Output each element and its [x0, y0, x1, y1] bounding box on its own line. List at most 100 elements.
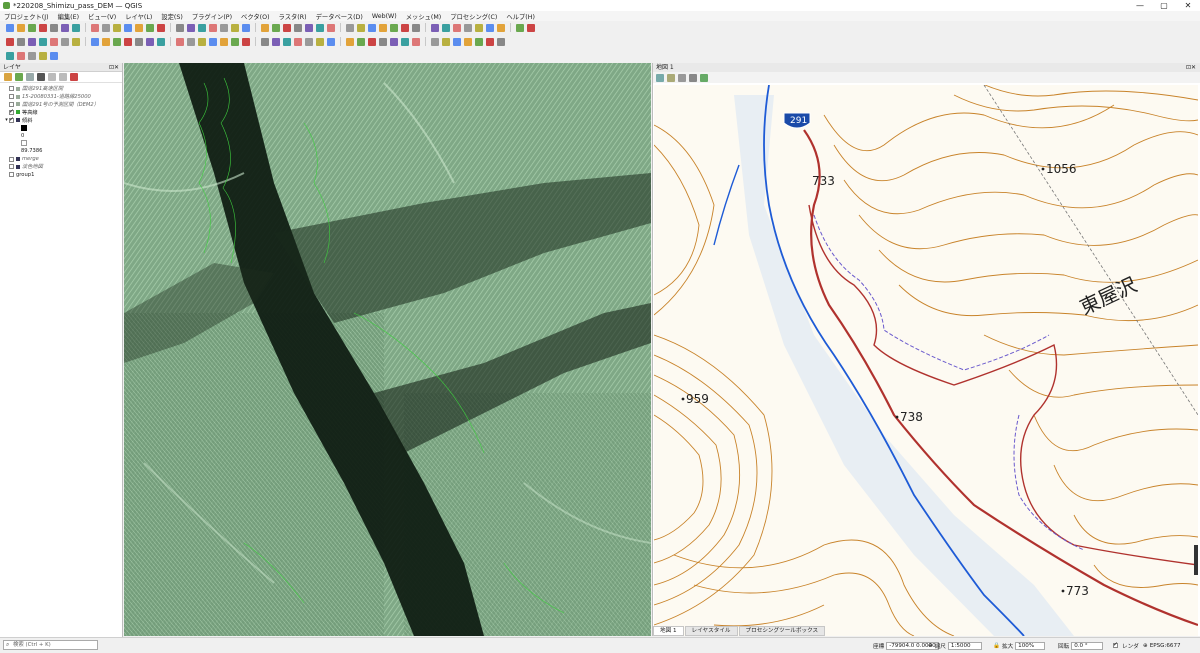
toolbar-tool-icon[interactable]: [379, 37, 387, 46]
topo-map-canvas[interactable]: 291 733 1056 959 738 773 東屋沢: [654, 85, 1198, 636]
toolbar-tool-icon[interactable]: [401, 23, 409, 32]
layer-item[interactable]: merge: [4, 155, 122, 163]
toolbar-tool-icon[interactable]: [39, 37, 47, 46]
minimize-button[interactable]: —: [1128, 0, 1152, 11]
toolbar-tool-icon[interactable]: [475, 37, 483, 46]
map-themes-icon[interactable]: [700, 73, 708, 82]
toolbar-tool-icon[interactable]: [305, 23, 313, 32]
toolbar-tool-icon[interactable]: [6, 23, 14, 32]
collapse-all-icon[interactable]: [59, 73, 67, 81]
toolbar-tool-icon[interactable]: [431, 23, 439, 32]
menu-item[interactable]: ベクタ(O): [241, 12, 270, 21]
toolbar-tool-icon[interactable]: [176, 23, 184, 32]
toolbar-tool-icon[interactable]: [102, 37, 110, 46]
add-group-icon[interactable]: [15, 73, 23, 81]
toolbar-tool-icon[interactable]: [209, 23, 217, 32]
toolbar-tool-icon[interactable]: [187, 37, 195, 46]
layer-item[interactable]: 15-20080331-道路縁25000: [4, 93, 122, 101]
toolbar-tool-icon[interactable]: [50, 23, 58, 32]
toolbar-tool-icon[interactable]: [124, 23, 132, 32]
toolbar-tool-icon[interactable]: [327, 37, 335, 46]
toolbar-tool-icon[interactable]: [453, 37, 461, 46]
filter-legend-icon[interactable]: [37, 73, 45, 81]
toolbar-tool-icon[interactable]: [102, 23, 110, 32]
toolbar-tool-icon[interactable]: [294, 37, 302, 46]
toolbar-tool-icon[interactable]: [50, 51, 58, 60]
toolbar-tool-icon[interactable]: [176, 37, 184, 46]
toolbar-tool-icon[interactable]: [346, 23, 354, 32]
toolbar-tool-icon[interactable]: [50, 37, 58, 46]
menu-item[interactable]: プロジェクト(J): [4, 12, 49, 21]
layer-item[interactable]: group1: [4, 171, 122, 179]
layer-item[interactable]: 淡色地図: [4, 163, 122, 171]
toolbar-tool-icon[interactable]: [316, 23, 324, 32]
toolbar-tool-icon[interactable]: [283, 37, 291, 46]
zoom-selection-icon[interactable]: [667, 73, 675, 82]
menu-item[interactable]: データベース(D): [316, 12, 363, 21]
toolbar-tool-icon[interactable]: [39, 23, 47, 32]
toolbar-tool-icon[interactable]: [72, 23, 80, 32]
manage-map-themes-icon[interactable]: [26, 73, 34, 81]
toolbar-tool-icon[interactable]: [412, 23, 420, 32]
toolbar-tool-icon[interactable]: [486, 37, 494, 46]
toolbar-tool-icon[interactable]: [209, 37, 217, 46]
layer-item[interactable]: 国道291高速区間: [4, 85, 122, 93]
toolbar-tool-icon[interactable]: [305, 37, 313, 46]
toolbar-tool-icon[interactable]: [390, 23, 398, 32]
toolbar-tool-icon[interactable]: [28, 23, 36, 32]
toolbar-tool-icon[interactable]: [28, 37, 36, 46]
toolbar-tool-icon[interactable]: [220, 23, 228, 32]
map-scrollbar[interactable]: [1194, 545, 1198, 575]
toolbar-tool-icon[interactable]: [368, 37, 376, 46]
remove-layer-icon[interactable]: [70, 73, 78, 81]
toolbar-tool-icon[interactable]: [261, 23, 269, 32]
toolbar-tool-icon[interactable]: [327, 23, 335, 32]
toolbar-tool-icon[interactable]: [17, 37, 25, 46]
menu-item[interactable]: 設定(S): [161, 12, 183, 21]
toolbar-tool-icon[interactable]: [187, 23, 195, 32]
map-settings-icon[interactable]: [689, 73, 697, 82]
toolbar-tool-icon[interactable]: [401, 37, 409, 46]
menu-item[interactable]: ビュー(V): [88, 12, 116, 21]
toolbar-tool-icon[interactable]: [91, 23, 99, 32]
menu-item[interactable]: Web(W): [372, 13, 397, 20]
toolbar-tool-icon[interactable]: [72, 37, 80, 46]
toolbar-tool-icon[interactable]: [357, 37, 365, 46]
menu-item[interactable]: プラグイン(P): [192, 12, 232, 21]
toolbar-tool-icon[interactable]: [464, 23, 472, 32]
tab-map1[interactable]: 地図 1: [653, 626, 684, 636]
layer-item[interactable]: ▾傾斜: [4, 116, 122, 124]
toolbar-tool-icon[interactable]: [157, 37, 165, 46]
toolbar-tool-icon[interactable]: [272, 37, 280, 46]
toolbar-tool-icon[interactable]: [135, 37, 143, 46]
scale-input[interactable]: 1:5000: [947, 641, 982, 650]
toolbar-tool-icon[interactable]: [346, 37, 354, 46]
crs-field[interactable]: ⊕ EPSG:6677: [1143, 641, 1181, 650]
toolbar-tool-icon[interactable]: [135, 23, 143, 32]
toolbar-tool-icon[interactable]: [124, 37, 132, 46]
toolbar-tool-icon[interactable]: [475, 23, 483, 32]
map-view-close-icon[interactable]: ⊡✕: [1186, 63, 1196, 72]
maximize-button[interactable]: ▢: [1152, 0, 1176, 11]
toolbar-tool-icon[interactable]: [497, 37, 505, 46]
open-layer-styling-icon[interactable]: [4, 73, 12, 81]
toolbar-tool-icon[interactable]: [146, 23, 154, 32]
toolbar-tool-icon[interactable]: [231, 23, 239, 32]
toolbar-tool-icon[interactable]: [231, 37, 239, 46]
toolbar-tool-icon[interactable]: [527, 23, 535, 32]
toolbar-tool-icon[interactable]: [242, 23, 250, 32]
menu-item[interactable]: プロセシング(C): [450, 12, 497, 21]
toolbar-tool-icon[interactable]: [17, 23, 25, 32]
layer-item[interactable]: 国道291号の予測区間（DEM2）: [4, 101, 122, 109]
toolbar-tool-icon[interactable]: [113, 23, 121, 32]
toolbar-tool-icon[interactable]: [464, 37, 472, 46]
toolbar-tool-icon[interactable]: [6, 51, 14, 60]
zoom-layer-icon[interactable]: [678, 73, 686, 82]
toolbar-tool-icon[interactable]: [283, 23, 291, 32]
toolbar-tool-icon[interactable]: [516, 23, 524, 32]
toolbar-tool-icon[interactable]: [6, 37, 14, 46]
panel-close-icon[interactable]: ⊡✕: [109, 63, 119, 72]
toolbar-tool-icon[interactable]: [261, 37, 269, 46]
locator-search-input[interactable]: ⌕ 検索 (Ctrl + K): [3, 640, 98, 650]
menu-item[interactable]: ヘルプ(H): [506, 12, 535, 21]
